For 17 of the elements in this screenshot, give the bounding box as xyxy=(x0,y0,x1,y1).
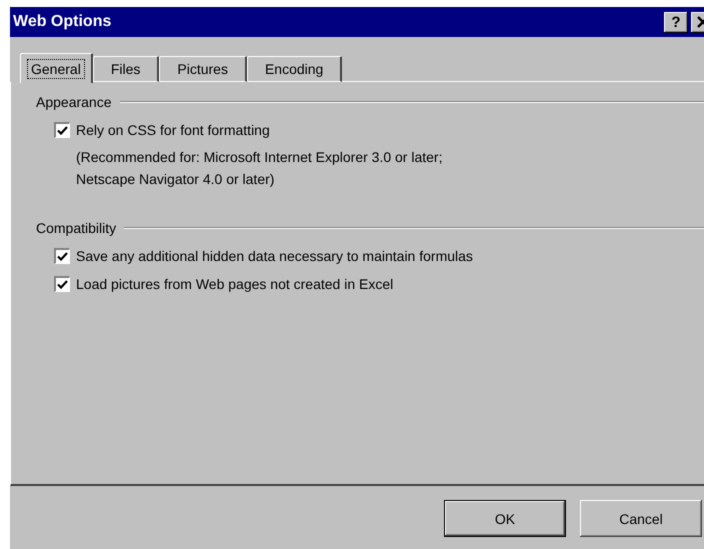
checkbox[interactable] xyxy=(54,248,70,264)
dialog-button[interactable]: OK xyxy=(444,500,566,537)
option-label[interactable]: Save any additional hidden data necessary to maintain formulas xyxy=(76,248,473,264)
group-title: Compatibility xyxy=(36,220,116,236)
window-title: Web Options xyxy=(13,13,112,31)
option-note: (Recommended for: Microsoft Internet Explorer 3.0 or later; Netscape Navigator 4.0 or later) xyxy=(76,148,444,189)
option-label[interactable]: Load pictures from Web pages not created in Excel xyxy=(76,276,394,292)
checkbox[interactable] xyxy=(54,122,70,138)
help-button[interactable]: ? xyxy=(664,12,688,32)
tab[interactable]: Encoding xyxy=(246,56,342,82)
dialog-button[interactable]: Cancel xyxy=(580,500,702,537)
checkbox[interactable] xyxy=(54,276,70,292)
group-title: Appearance xyxy=(36,94,112,110)
option-label[interactable]: Rely on CSS for font formatting xyxy=(76,122,270,138)
tab[interactable]: Files xyxy=(92,56,160,82)
tab[interactable]: Pictures xyxy=(159,56,247,82)
tab[interactable]: General xyxy=(20,53,93,83)
